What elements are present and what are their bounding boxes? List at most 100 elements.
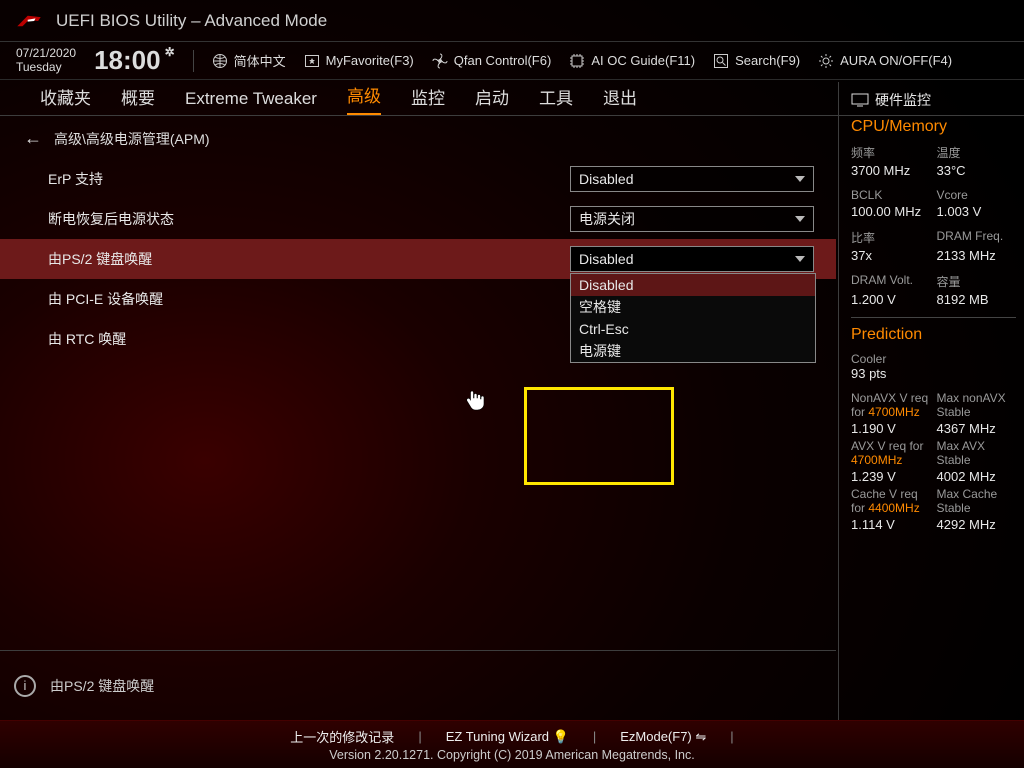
search-button[interactable]: Search(F9) [713,53,800,69]
stat-value: 2133 MHz [937,248,1017,263]
stat-label: 比率 [851,229,931,246]
language-label: 简体中文 [234,51,286,70]
setting-label: ErP 支持 [48,169,570,189]
content-pane: ← 高级\高级电源管理(APM) ErP 支持 Disabled 断电恢复后电源… [0,118,836,720]
footer: 上一次的修改记录 | EZ Tuning Wizard 💡 | EzMode(F… [0,720,1024,768]
stat-label: Vcore [937,188,1017,202]
switch-icon: ⇋ [695,729,706,744]
aioc-button[interactable]: AI OC Guide(F11) [569,53,695,69]
stat-value: 4002 MHz [937,469,1017,484]
setting-label: 断电恢复后电源状态 [48,209,570,229]
chip-icon [569,53,585,69]
aura-label: AURA ON/OFF(F4) [840,53,952,68]
tab-extreme-tweaker[interactable]: Extreme Tweaker [185,89,317,115]
tab-exit[interactable]: 退出 [603,84,637,115]
stat-value: 8192 MB [937,292,1017,307]
myfavorite-button[interactable]: MyFavorite(F3) [304,53,414,69]
dropdown-ps2-wake[interactable]: Disabled Disabled 空格键 Ctrl-Esc 电源键 [570,246,814,272]
chevron-down-icon [795,216,805,222]
stat-value: 4367 MHz [937,421,1017,436]
breadcrumb: ← 高级\高级电源管理(APM) [0,118,836,159]
tab-monitor[interactable]: 监控 [411,84,445,115]
app-title: UEFI BIOS Utility – Advanced Mode [56,11,327,31]
dropdown-option[interactable]: 空格键 [571,296,815,318]
stat-label: Max nonAVX Stable [937,391,1017,419]
footer-link-ez-mode[interactable]: EzMode(F7) ⇋ [620,729,706,745]
stat-value: 100.00 MHz [851,204,931,219]
stat-value: 37x [851,248,931,263]
qfan-label: Qfan Control(F6) [454,53,552,68]
stat-value: 33°C [937,163,1017,178]
day-text: Tuesday [16,61,76,74]
footer-link-last-mod[interactable]: 上一次的修改记录 [290,727,394,746]
gear-icon[interactable]: ✲ [165,45,175,59]
language-button[interactable]: 简体中文 [212,51,286,70]
stat-value: 1.114 V [851,517,931,532]
stat-label: AVX V req for 4700MHz [851,439,931,467]
stat-value: 4292 MHz [937,517,1017,532]
stat-label: Max Cache Stable [937,487,1017,515]
search-icon [713,53,729,69]
tab-favorites[interactable]: 收藏夹 [40,84,91,115]
dropdown-menu: Disabled 空格键 Ctrl-Esc 电源键 [570,273,816,363]
clock-time: 18:00 [94,45,161,76]
stat-value: 3700 MHz [851,163,931,178]
section-cpu-memory: CPU/Memory [851,118,1016,136]
setting-ps2-wake[interactable]: 由PS/2 键盘唤醒 Disabled Disabled 空格键 Ctrl-Es… [0,239,836,279]
title-bar: UEFI BIOS Utility – Advanced Mode [0,0,1024,42]
dropdown-value: 电源关闭 [579,209,635,229]
fan-icon [432,53,448,69]
copyright: Version 2.20.1271. Copyright (C) 2019 Am… [329,748,694,762]
stat-label: Cache V req for 4400MHz [851,487,931,515]
stat-label: 频率 [851,144,931,161]
section-prediction: Prediction [851,326,1016,344]
back-arrow-icon[interactable]: ← [24,128,42,149]
stat-value: 1.239 V [851,469,931,484]
stat-label: NonAVX V req for 4700MHz [851,391,931,419]
stat-label: 温度 [937,144,1017,161]
bulb-icon: 💡 [553,729,569,744]
tab-boot[interactable]: 启动 [475,84,509,115]
date-text: 07/21/2020 [16,47,76,60]
tab-tool[interactable]: 工具 [539,84,573,115]
dropdown-option[interactable]: Disabled [571,274,815,296]
rog-logo [16,12,42,30]
dropdown-value: Disabled [579,171,633,187]
clock[interactable]: 18:00 ✲ [94,45,175,76]
cursor-hand-icon [463,388,487,412]
breadcrumb-path: 高级\高级电源管理(APM) [54,129,210,149]
info-row: 07/21/2020 Tuesday 18:00 ✲ 简体中文 MyFavori… [0,42,1024,80]
monitor-icon [851,93,869,107]
dropdown-restore-power[interactable]: 电源关闭 [570,206,814,232]
stat-label: Max AVX Stable [937,439,1017,467]
aura-button[interactable]: AURA ON/OFF(F4) [818,53,952,69]
tab-main[interactable]: 概要 [121,84,155,115]
dropdown-erp[interactable]: Disabled [570,166,814,192]
myfavorite-label: MyFavorite(F3) [326,53,414,68]
stat-value: 1.200 V [851,292,931,307]
setting-restore-power[interactable]: 断电恢复后电源状态 电源关闭 [0,199,836,239]
dropdown-value: Disabled [579,251,633,267]
dropdown-option[interactable]: 电源键 [571,340,815,362]
qfan-button[interactable]: Qfan Control(F6) [432,53,552,69]
stat-value: 93 pts [851,366,1016,381]
globe-icon [212,53,228,69]
chevron-down-icon [795,256,805,262]
setting-erp[interactable]: ErP 支持 Disabled [0,159,836,199]
help-bar: i 由PS/2 键盘唤醒 [0,650,836,720]
dropdown-option[interactable]: Ctrl-Esc [571,318,815,340]
stat-label: DRAM Freq. [937,229,1017,246]
tab-advanced[interactable]: 高级 [347,82,381,115]
highlight-callout [524,387,674,485]
stat-label: BCLK [851,188,931,202]
setting-label: 由PS/2 键盘唤醒 [48,249,570,269]
chevron-down-icon [795,176,805,182]
help-text: 由PS/2 键盘唤醒 [50,676,154,696]
search-label: Search(F9) [735,53,800,68]
stat-value: 1.190 V [851,421,931,436]
side-panel-header: 硬件监控 [851,90,1016,110]
side-panel-title: 硬件监控 [875,90,931,110]
stat-value: 1.003 V [937,204,1017,219]
date-block: 07/21/2020 Tuesday [16,47,76,73]
footer-link-ez-tuning[interactable]: EZ Tuning Wizard 💡 [446,729,569,745]
